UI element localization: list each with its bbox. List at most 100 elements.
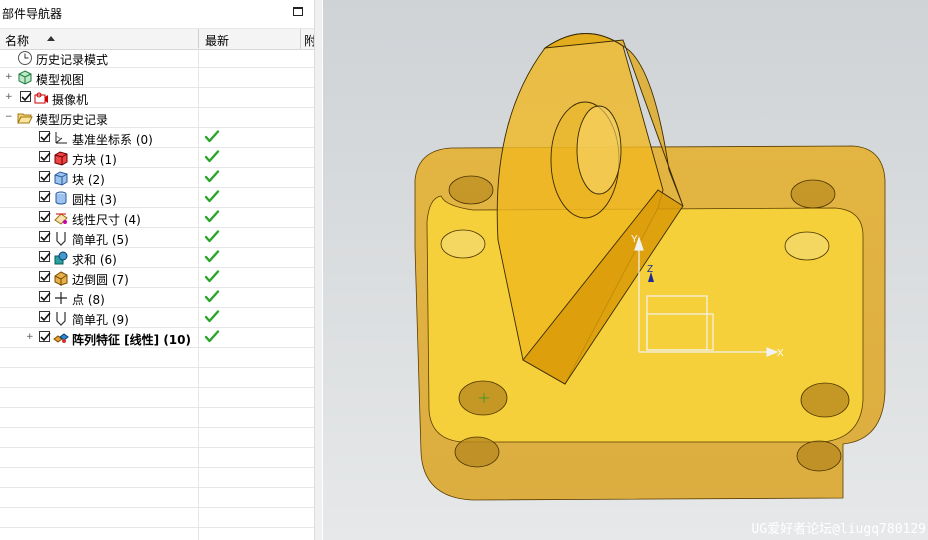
tree-row[interactable]: 线性尺寸 (4)	[0, 208, 314, 228]
column-divider	[198, 168, 199, 188]
model-view-icon	[17, 70, 33, 86]
tree-row[interactable]: 求和 (6)	[0, 248, 314, 268]
column-latest-header[interactable]: 最新	[205, 32, 229, 49]
tree-row[interactable]: + 模型视图	[0, 68, 314, 88]
column-divider	[198, 448, 199, 468]
column-divider	[198, 288, 199, 308]
empty-row	[0, 448, 314, 468]
navigator-scrollbar[interactable]	[314, 0, 322, 540]
block-red-icon	[53, 150, 69, 166]
column-divider	[198, 488, 199, 508]
column-divider	[198, 268, 199, 288]
navigator-title: 部件导航器	[2, 7, 63, 21]
column-header: 名称 最新 附	[0, 28, 314, 50]
column-divider[interactable]	[300, 29, 301, 49]
visibility-checkbox[interactable]	[39, 151, 51, 162]
visibility-checkbox[interactable]	[39, 251, 51, 262]
part-model: Y Z X	[414, 33, 886, 501]
visibility-checkbox[interactable]	[39, 231, 51, 242]
column-divider	[198, 48, 199, 68]
expander-icon[interactable]: +	[5, 73, 13, 82]
empty-row	[0, 348, 314, 368]
tree-row-label: 阵列特征 [线性] (10)	[72, 333, 191, 347]
column-divider	[198, 148, 199, 168]
tree-row-label: 边倒圆 (7)	[72, 273, 129, 287]
column-divider	[198, 128, 199, 148]
tree-row[interactable]: 简单孔 (9)	[0, 308, 314, 328]
empty-row	[0, 408, 314, 428]
tree-row-label: 求和 (6)	[72, 253, 117, 267]
tree-row[interactable]: 点 (8)	[0, 288, 314, 308]
tree-row[interactable]: 边倒圆 (7)	[0, 268, 314, 288]
tree-row[interactable]: − 模型历史记录	[0, 108, 314, 128]
up-to-date-check-icon	[204, 309, 220, 325]
edge-blend-icon	[53, 270, 69, 286]
simple-hole-icon	[53, 310, 69, 326]
visibility-checkbox[interactable]	[39, 171, 51, 182]
unite-icon	[53, 250, 69, 266]
empty-row	[0, 508, 314, 528]
tree-row-label: 简单孔 (9)	[72, 313, 129, 327]
datum-csys-icon	[53, 130, 69, 146]
empty-row	[0, 468, 314, 488]
simple-hole-icon	[53, 230, 69, 246]
tree-row-label: 历史记录模式	[36, 53, 109, 67]
column-divider[interactable]	[198, 29, 199, 49]
tree-row[interactable]: + 摄像机	[0, 88, 314, 108]
tree-row[interactable]: 历史记录模式	[0, 48, 314, 68]
column-divider	[198, 528, 199, 540]
up-to-date-check-icon	[204, 269, 220, 285]
expander-icon[interactable]: −	[5, 113, 13, 122]
tree-row[interactable]: 基准坐标系 (0)	[0, 128, 314, 148]
visibility-checkbox[interactable]	[39, 211, 51, 222]
visibility-checkbox[interactable]	[39, 291, 51, 302]
tree-row-label: 圆柱 (3)	[72, 193, 117, 207]
history-clock-icon	[17, 50, 33, 66]
column-divider	[198, 208, 199, 228]
visibility-checkbox[interactable]	[39, 191, 51, 202]
column-divider	[198, 108, 199, 128]
visibility-checkbox[interactable]	[20, 91, 32, 102]
tree-row[interactable]: 简单孔 (5)	[0, 228, 314, 248]
column-name-header[interactable]: 名称	[5, 32, 29, 49]
up-to-date-check-icon	[204, 169, 220, 185]
column-extra-header[interactable]: 附	[304, 32, 314, 49]
column-divider	[198, 468, 199, 488]
column-divider	[198, 368, 199, 388]
empty-row	[0, 368, 314, 388]
maximize-icon[interactable]	[293, 7, 303, 16]
empty-row	[0, 488, 314, 508]
column-divider	[198, 348, 199, 368]
visibility-checkbox[interactable]	[39, 331, 51, 342]
tree-row-label: 模型历史记录	[36, 113, 109, 127]
up-to-date-check-icon	[204, 129, 220, 145]
visibility-checkbox[interactable]	[39, 311, 51, 322]
tree-row-label: 点 (8)	[72, 293, 105, 307]
tree-row[interactable]: 块 (2)	[0, 168, 314, 188]
tree-row[interactable]: 圆柱 (3)	[0, 188, 314, 208]
watermark-text: UG爱好者论坛@liugq780129	[751, 522, 926, 537]
tree-row-label: 模型视图	[36, 73, 85, 87]
axis-y-label: Y	[631, 234, 638, 245]
column-divider	[198, 428, 199, 448]
tree-row-label: 线性尺寸 (4)	[72, 213, 141, 227]
sort-ascending-icon[interactable]	[47, 36, 55, 41]
tree-row-label: 块 (2)	[72, 173, 105, 187]
graphics-viewport[interactable]: Y Z X UG爱好者论坛@liugq780129	[323, 0, 928, 540]
column-divider	[198, 308, 199, 328]
tree-row[interactable]: + 阵列特征 [线性] (10)	[0, 328, 314, 348]
expander-icon[interactable]: +	[5, 93, 13, 102]
column-divider	[198, 88, 199, 108]
expander-icon[interactable]: +	[26, 333, 34, 342]
visibility-checkbox[interactable]	[39, 271, 51, 282]
cylinder-icon	[53, 190, 69, 206]
empty-row	[0, 428, 314, 448]
axis-x-label: X	[777, 348, 784, 359]
visibility-checkbox[interactable]	[39, 131, 51, 142]
empty-row	[0, 388, 314, 408]
up-to-date-check-icon	[204, 249, 220, 265]
up-to-date-check-icon	[204, 229, 220, 245]
up-to-date-check-icon	[204, 149, 220, 165]
up-to-date-check-icon	[204, 329, 220, 345]
tree-row[interactable]: 方块 (1)	[0, 148, 314, 168]
